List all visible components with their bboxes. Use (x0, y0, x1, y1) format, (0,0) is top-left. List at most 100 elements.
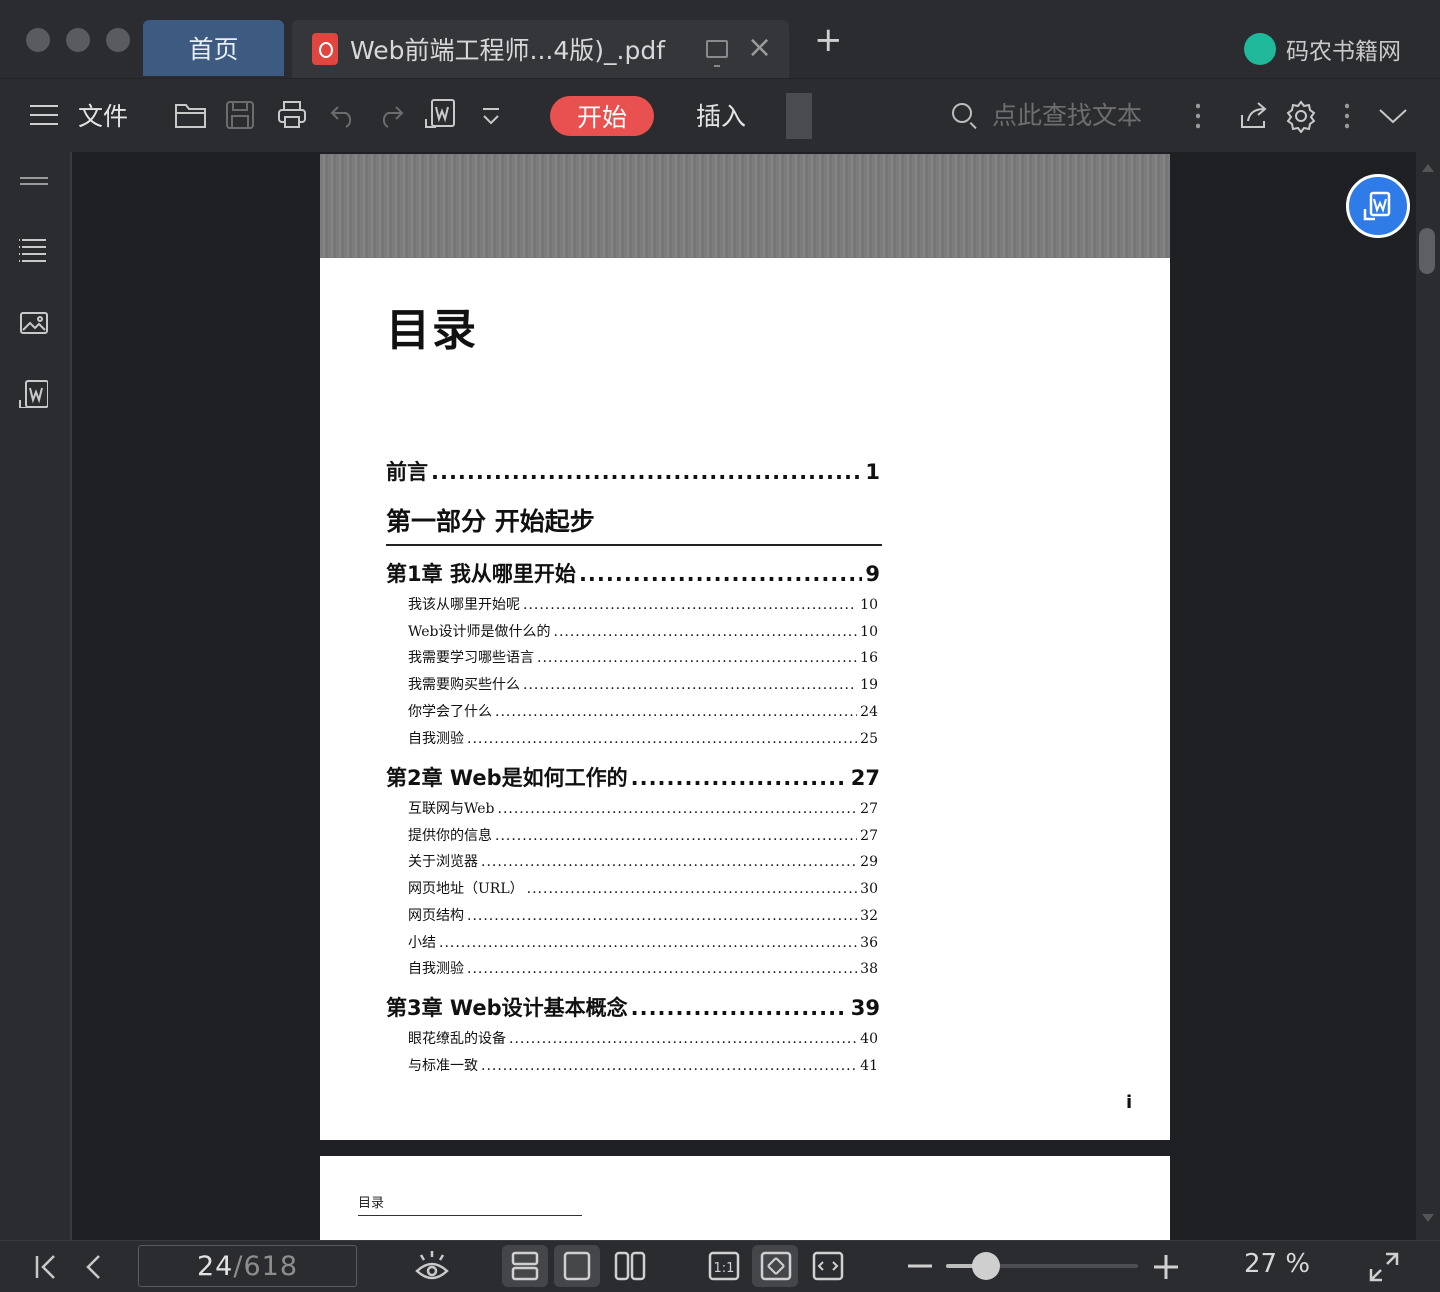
toc-entry-section[interactable]: 小结 36 (408, 932, 878, 952)
toc-entry-label: 我需要学习哪些语言 (408, 650, 534, 667)
monitor-icon[interactable] (706, 40, 728, 67)
scroll-down-arrow-icon[interactable] (1422, 1214, 1434, 1222)
toc-entry-page: 10 (860, 597, 878, 613)
insert-tab[interactable]: 插入 (696, 97, 746, 133)
window-minimize-button[interactable] (66, 28, 90, 52)
toc-entry-section[interactable]: 自我测验 38 (408, 958, 878, 978)
search-icon (952, 103, 972, 123)
tab-document[interactable]: Web前端工程师...4版)_.pdf × (292, 20, 789, 78)
toc-leader-dots (481, 854, 857, 870)
save-icon[interactable] (224, 99, 256, 131)
tab-home-label: 首页 (188, 35, 239, 64)
toc-entry-page: 27 (860, 827, 878, 844)
toc-entry-label: 自我测验 (408, 730, 464, 747)
first-page-icon[interactable] (34, 1253, 58, 1281)
fullscreen-icon[interactable] (1368, 1251, 1400, 1283)
pdf-to-word-icon[interactable] (424, 97, 458, 133)
zoom-in-icon[interactable] (1152, 1253, 1180, 1281)
redo-icon[interactable] (376, 101, 406, 129)
toolbar-overflow-button[interactable] (786, 93, 812, 139)
toc-leader-dots (523, 677, 857, 693)
window-zoom-button[interactable] (106, 28, 130, 52)
actual-size-button[interactable]: 1:1 (700, 1245, 746, 1287)
toc-entry-label: 自我测验 (408, 961, 464, 978)
toc-entry-section[interactable]: 你学会了什么 24 (408, 701, 878, 721)
share-icon[interactable] (1238, 99, 1270, 131)
two-page-icon (614, 1251, 646, 1281)
toc-entry-section[interactable]: 我该从哪里开始呢 10 (408, 594, 878, 614)
toc-leader-dots (439, 935, 857, 951)
pdf-file-icon (312, 33, 338, 65)
toc-entry-page: 38 (860, 961, 878, 978)
continuous-view-button[interactable] (502, 1245, 548, 1287)
toc-leader-dots (631, 766, 848, 790)
tab-close-icon[interactable]: × (747, 33, 772, 63)
toc-entry-chapter[interactable]: 第2章 Web是如何工作的 27 (386, 762, 880, 792)
toc-entry-label: 关于浏览器 (408, 854, 478, 871)
thumbnail-image-icon[interactable] (18, 308, 48, 338)
hamburger-menu-icon[interactable] (30, 105, 58, 125)
zoom-level[interactable]: 27 % (1244, 1249, 1310, 1279)
brand-logo-icon (1244, 33, 1276, 65)
toc-entry-section[interactable]: 与标准一致 41 (408, 1055, 878, 1075)
print-icon[interactable] (276, 99, 308, 131)
open-folder-icon[interactable] (174, 99, 208, 129)
window-close-button[interactable] (26, 28, 50, 52)
toc-leader-dots (527, 881, 858, 897)
search-input[interactable] (992, 97, 1172, 133)
toc-entry-section[interactable]: 我需要购买些什么 19 (408, 674, 878, 694)
chevron-down-icon[interactable] (1378, 107, 1408, 125)
toc-entry-page: 16 (860, 650, 878, 667)
current-page: 24 (197, 1250, 234, 1282)
toc-title: 目录 (386, 305, 478, 356)
toc-entry-label: 互联网与Web (408, 801, 495, 817)
toc-entry-page: 30 (860, 881, 878, 898)
toc-entry-section[interactable]: 眼花缭乱的设备 40 (408, 1028, 878, 1048)
new-tab-button[interactable]: + (814, 23, 843, 57)
outline-list-icon[interactable] (18, 236, 48, 266)
toc-entry-section[interactable]: 互联网与Web 27 (408, 798, 878, 818)
zoom-slider[interactable] (946, 1252, 1138, 1280)
scroll-up-arrow-icon[interactable] (1422, 164, 1434, 172)
toc-entry-section[interactable]: 网页结构 32 (408, 905, 878, 925)
floating-convert-button[interactable] (1346, 174, 1410, 238)
next-page-header: 目录 (358, 1192, 582, 1216)
toc-entry-page: 9 (865, 562, 880, 586)
more-tools-dropdown-icon[interactable] (480, 107, 502, 127)
actual-size-icon: 1:1 (708, 1251, 740, 1281)
toc-entry-section[interactable]: 提供你的信息 27 (408, 825, 878, 845)
two-page-view-button[interactable] (606, 1245, 652, 1287)
pdf-to-word-sidebar-icon[interactable] (18, 378, 48, 408)
more-options-icon[interactable] (1345, 101, 1349, 129)
toc-entry-section[interactable]: 网页地址（URL） 30 (408, 878, 878, 898)
sidebar-toggle-icon[interactable] (18, 170, 48, 200)
single-page-view-button[interactable] (554, 1245, 600, 1287)
title-bar: 首页 Web前端工程师...4版)_.pdf × + 码农书籍网 (0, 0, 1440, 78)
page-number-field[interactable]: 24/618 (138, 1245, 357, 1287)
left-sidebar (0, 152, 72, 1240)
file-menu[interactable]: 文件 (78, 97, 128, 133)
fit-page-button[interactable] (752, 1245, 798, 1287)
document-viewer[interactable]: 目录 前言 1 第一部分 开始起步 第1章 我从哪里开始9我该从哪里开始呢10W… (74, 152, 1416, 1240)
toc-entry-section[interactable]: 关于浏览器 29 (408, 851, 878, 871)
toc-entry-section[interactable]: Web设计师是做什么的 10 (408, 621, 878, 641)
vertical-scrollbar[interactable] (1416, 152, 1440, 1240)
start-tab-button[interactable]: 开始 (550, 96, 654, 136)
toc-entry-preface[interactable]: 前言 1 (386, 456, 880, 486)
toc-entry-chapter[interactable]: 第3章 Web设计基本概念 39 (386, 992, 880, 1022)
toc-entry-chapter[interactable]: 第1章 我从哪里开始 9 (386, 558, 880, 588)
page-scan-header-band (320, 154, 1170, 258)
toc-entry-section[interactable]: 自我测验 25 (408, 728, 878, 748)
zoom-out-icon[interactable] (906, 1263, 934, 1269)
zoom-slider-knob[interactable] (972, 1252, 1001, 1280)
toc-entry-page: 24 (860, 703, 878, 720)
gear-icon[interactable] (1284, 99, 1318, 133)
fit-width-button[interactable] (804, 1245, 850, 1287)
undo-icon[interactable] (328, 101, 358, 129)
tab-home[interactable]: 首页 (143, 20, 284, 76)
toc-entry-page: 10 (860, 623, 878, 640)
eye-protection-icon[interactable] (414, 1247, 450, 1285)
scrollbar-thumb[interactable] (1419, 228, 1435, 274)
previous-page-icon[interactable] (84, 1253, 104, 1281)
toc-entry-section[interactable]: 我需要学习哪些语言 16 (408, 647, 878, 667)
